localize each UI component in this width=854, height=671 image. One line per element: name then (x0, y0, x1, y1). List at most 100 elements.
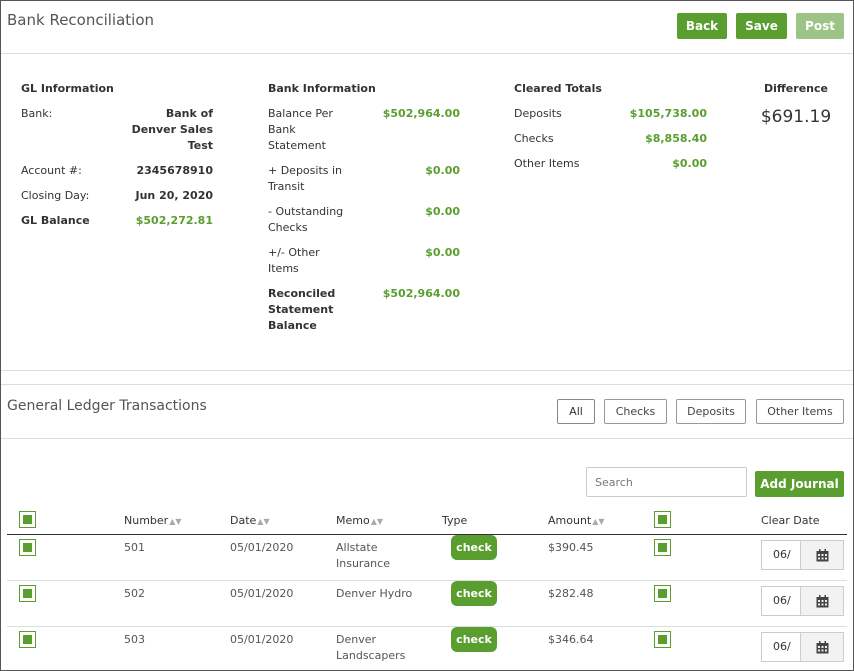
col-date-header[interactable]: Date▲▼ (230, 514, 270, 527)
bank-label: Bank: (21, 107, 53, 120)
sort-icon: ▲▼ (257, 517, 270, 526)
difference-value: $691.19 (760, 107, 832, 127)
dit-value: $0.00 (425, 164, 460, 177)
row-number: 503 (124, 633, 145, 646)
col-date-label: Date (230, 514, 257, 527)
col-memo-header[interactable]: Memo▲▼ (336, 514, 383, 527)
page-title: Bank Reconciliation (7, 11, 155, 29)
col-type-label: Type (442, 514, 468, 527)
gl-balance-value: $502,272.81 (135, 214, 213, 227)
cleared-totals-heading: Cleared Totals (514, 82, 602, 95)
row-date: 05/01/2020 (230, 541, 294, 554)
type-badge: check (451, 535, 497, 560)
divider (1, 370, 853, 371)
row-select-checkbox[interactable] (19, 631, 36, 648)
col-amount-label: Amount (548, 514, 592, 527)
row-date: 05/01/2020 (230, 587, 294, 600)
cleared-checks-value: $8,858.40 (645, 132, 707, 145)
account-label: Account #: (21, 164, 82, 177)
closing-day-value: Jun 20, 2020 (135, 189, 213, 202)
row-amount: $390.45 (548, 541, 594, 554)
bps-label-line1: Balance Per (268, 107, 333, 120)
clear-all-checkbox[interactable] (654, 511, 671, 528)
oc-value: $0.00 (425, 205, 460, 218)
gl-balance-label: GL Balance (21, 214, 90, 227)
type-badge: check (451, 627, 497, 652)
col-amount-header[interactable]: Amount▲▼ (548, 514, 605, 527)
row-date: 05/01/2020 (230, 633, 294, 646)
rsb-label-line2: Statement (268, 303, 334, 316)
row-divider (7, 626, 847, 627)
rsb-value: $502,964.00 (382, 287, 460, 300)
calendar-button[interactable] (800, 540, 844, 570)
bank-info-heading: Bank Information (268, 82, 376, 95)
col-clear-date-header: Clear Date (761, 514, 820, 527)
row-number: 501 (124, 541, 145, 554)
filter-deposits-button[interactable]: Deposits (676, 399, 746, 424)
filter-checks-button[interactable]: Checks (604, 399, 667, 424)
row-select-checkbox[interactable] (19, 539, 36, 556)
row-amount: $282.48 (548, 587, 594, 600)
divider (1, 438, 853, 439)
bank-value-line2: Denver Sales (131, 123, 213, 136)
difference-heading: Difference (764, 82, 828, 95)
col-memo-label: Memo (336, 514, 370, 527)
row-memo-line2: Insurance (336, 557, 390, 570)
col-number-header[interactable]: Number▲▼ (124, 514, 182, 527)
oi-label-line2: Items (268, 262, 299, 275)
back-button[interactable]: Back (677, 13, 727, 39)
row-amount: $346.64 (548, 633, 594, 646)
bank-value-line3: Test (187, 139, 213, 152)
rsb-label-line3: Balance (268, 319, 317, 332)
col-clear-date-label: Clear Date (761, 514, 820, 527)
clear-date-input[interactable]: 06/ (761, 540, 803, 570)
row-clear-checkbox[interactable] (654, 631, 671, 648)
clear-date-input[interactable]: 06/ (761, 586, 803, 616)
row-clear-checkbox[interactable] (654, 585, 671, 602)
clear-date-input[interactable]: 06/ (761, 632, 803, 662)
sort-icon: ▲▼ (370, 517, 384, 526)
calendar-icon (816, 640, 828, 653)
bank-value-line1: Bank of (165, 107, 213, 120)
select-all-checkbox[interactable] (19, 511, 36, 528)
row-select-checkbox[interactable] (19, 585, 36, 602)
divider (1, 384, 853, 385)
bps-label-line3: Statement (268, 139, 326, 152)
calendar-button[interactable] (800, 586, 844, 616)
row-number: 502 (124, 587, 145, 600)
header-divider (7, 534, 847, 535)
oi-value: $0.00 (425, 246, 460, 259)
row-divider (7, 580, 847, 581)
post-button[interactable]: Post (796, 13, 844, 39)
row-memo-line1: Denver Hydro (336, 587, 413, 600)
add-journal-button[interactable]: Add Journal (755, 471, 844, 497)
sort-icon: ▲▼ (169, 517, 182, 526)
col-type-header: Type (442, 514, 467, 527)
filter-all-button[interactable]: All (557, 399, 595, 424)
bps-value: $502,964.00 (382, 107, 460, 120)
cleared-other-label: Other Items (514, 157, 580, 170)
row-memo-line1: Allstate (336, 541, 378, 554)
calendar-icon (816, 594, 828, 607)
reconciliation-window: Bank Reconciliation Back Save Post GL In… (0, 0, 854, 671)
oi-label-line1: +/- Other (268, 246, 320, 259)
row-memo-line2: Landscapers (336, 649, 406, 662)
row-clear-checkbox[interactable] (654, 539, 671, 556)
rsb-label-line1: Reconciled (268, 287, 336, 300)
cleared-deposits-value: $105,738.00 (629, 107, 707, 120)
dit-label-line1: + Deposits in (268, 164, 343, 177)
account-value: 2345678910 (136, 164, 213, 177)
save-button[interactable]: Save (736, 13, 787, 39)
oc-label-line2: Checks (268, 221, 308, 234)
bps-label-line2: Bank (268, 123, 296, 136)
search-input[interactable] (586, 467, 747, 497)
filter-other-items-button[interactable]: Other Items (756, 399, 844, 424)
closing-day-label: Closing Day: (21, 189, 90, 202)
cleared-deposits-label: Deposits (514, 107, 562, 120)
row-memo-line1: Denver (336, 633, 377, 646)
dit-label-line2: Transit (268, 180, 305, 193)
calendar-button[interactable] (800, 632, 844, 662)
gl-info-heading: GL Information (21, 82, 114, 95)
sort-icon: ▲▼ (592, 517, 605, 526)
type-badge: check (451, 581, 497, 606)
